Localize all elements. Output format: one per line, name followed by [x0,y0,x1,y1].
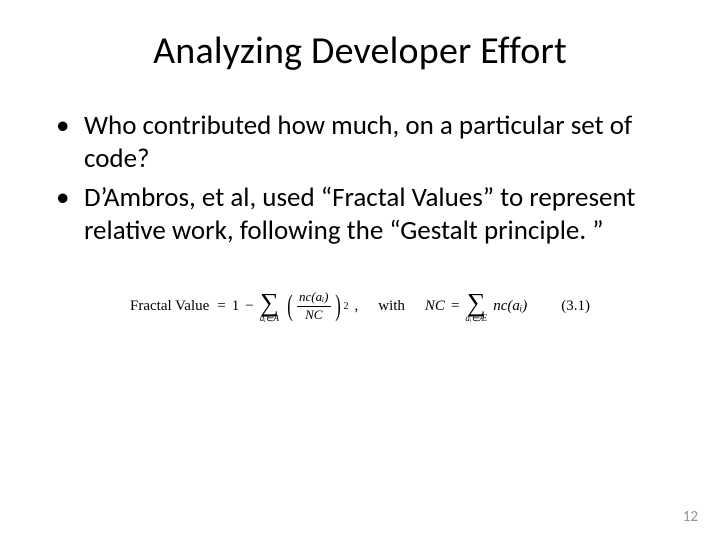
page-number: 12 [683,508,698,526]
equation-number: (3.1) [561,298,590,315]
with-text: with [378,298,405,315]
minus-sign: − [245,298,253,315]
sigma-icon: ∑ [260,290,279,316]
slide-title: Analyzing Developer Effort [48,28,672,74]
sigma-under-left: aᵢ∈A [260,314,279,323]
paren-group: ( nc(aᵢ) NC ) 2 [285,290,349,322]
nc-var: NC [425,298,445,315]
equals-sign: = [217,298,225,315]
rhs-term: nc(aᵢ) [493,298,527,315]
formula: Fractal Value = 1 − ∑ aᵢ∈A ( nc(aᵢ) NC )… [48,290,672,323]
fraction-denominator: NC [303,308,324,322]
bullet-list: Who contributed how much, on a particula… [48,110,672,248]
list-item: Who contributed how much, on a particula… [56,110,672,176]
sigma-under-right: aᵢ∈Æ [465,314,487,323]
sigma-right: ∑ aᵢ∈Æ [465,290,487,323]
equals-sign: = [451,298,459,315]
sigma-left: ∑ aᵢ∈A [260,290,279,323]
fraction: nc(aᵢ) NC [297,290,331,322]
squared: 2 [344,301,349,312]
fraction-numerator: nc(aᵢ) [297,290,331,304]
sigma-icon: ∑ [467,290,486,316]
slide: Analyzing Developer Effort Who contribut… [0,0,720,540]
comma: , [355,298,359,315]
formula-label: Fractal Value [130,298,209,315]
right-paren-icon: ) [335,291,341,321]
left-paren-icon: ( [287,291,293,321]
list-item: D’Ambros, et al, used “Fractal Values” t… [56,182,672,248]
one: 1 [232,298,240,315]
